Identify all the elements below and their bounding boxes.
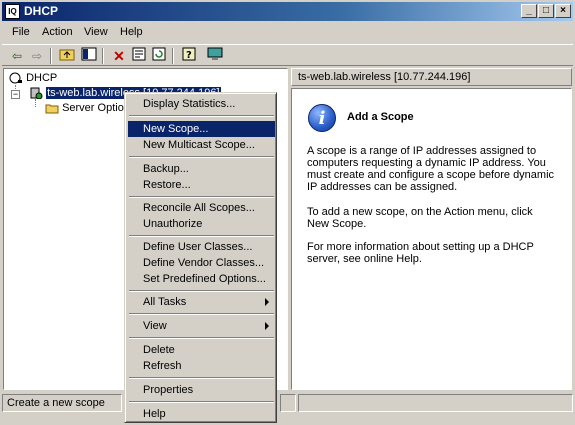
menu-help[interactable]: Help bbox=[120, 26, 143, 38]
menu-view[interactable]: View bbox=[84, 26, 108, 38]
add-scope-heading: Add a Scope bbox=[347, 111, 414, 123]
menu-item-reconcile-all-scopes[interactable]: Reconcile All Scopes... bbox=[128, 200, 275, 216]
tree-server-options[interactable]: Server Options bbox=[45, 102, 135, 114]
context-menu: Display Statistics... New Scope... New M… bbox=[124, 92, 277, 423]
menu-separator bbox=[129, 377, 274, 379]
scope-description: A scope is a range of IP addresses assig… bbox=[307, 145, 555, 193]
menu-separator bbox=[129, 235, 274, 237]
menu-separator bbox=[129, 401, 274, 403]
maximize-button[interactable]: □ bbox=[538, 4, 554, 18]
toolbar-separator bbox=[50, 48, 52, 64]
status-text: Create a new scope bbox=[2, 394, 122, 412]
window-title: DHCP bbox=[24, 4, 59, 18]
help-icon[interactable]: ? bbox=[180, 47, 198, 65]
server-icon bbox=[29, 87, 43, 100]
menu-item-help[interactable]: Help bbox=[128, 406, 275, 422]
folder-icon bbox=[45, 102, 59, 114]
status-bar: Create a new scope bbox=[2, 394, 573, 412]
menu-item-define-vendor-classes[interactable]: Define Vendor Classes... bbox=[128, 255, 275, 271]
toolbar-separator bbox=[172, 48, 174, 64]
status-cell bbox=[298, 394, 573, 412]
menu-item-define-user-classes[interactable]: Define User Classes... bbox=[128, 239, 275, 255]
menu-item-view-label: View bbox=[143, 320, 167, 332]
tree-root[interactable]: DHCP bbox=[9, 72, 57, 84]
back-icon[interactable]: ⇦ bbox=[8, 47, 26, 65]
delete-icon[interactable]: ✕ bbox=[110, 47, 128, 65]
dhcp-root-icon bbox=[9, 72, 23, 84]
svg-text:?: ? bbox=[186, 50, 192, 61]
info-icon: i bbox=[308, 104, 336, 132]
help-information: For more information about setting up a … bbox=[307, 241, 534, 265]
menu-item-restore[interactable]: Restore... bbox=[128, 177, 275, 193]
forward-icon[interactable]: ⇨ bbox=[28, 47, 46, 65]
tree-root-label: DHCP bbox=[26, 72, 58, 84]
menu-bar: File Action View Help bbox=[2, 24, 573, 42]
title-bar[interactable]: IQ DHCP _ □ × bbox=[2, 2, 573, 21]
menu-action[interactable]: Action bbox=[42, 26, 73, 38]
submenu-arrow-icon bbox=[265, 322, 269, 330]
menu-item-delete[interactable]: Delete bbox=[128, 342, 275, 358]
close-button[interactable]: × bbox=[555, 4, 571, 18]
add-scope-instructions: To add a new scope, on the Action menu, … bbox=[307, 206, 533, 230]
menu-item-all-tasks[interactable]: All Tasks bbox=[128, 294, 275, 310]
collapse-toggle[interactable]: − bbox=[11, 90, 20, 99]
minimize-button[interactable]: _ bbox=[521, 4, 537, 18]
menu-item-new-scope[interactable]: New Scope... bbox=[128, 121, 275, 137]
menu-separator bbox=[129, 337, 274, 339]
menu-separator bbox=[129, 290, 274, 292]
menu-item-all-tasks-label: All Tasks bbox=[143, 296, 187, 308]
menu-help-label: Help bbox=[120, 26, 143, 38]
menu-item-refresh[interactable]: Refresh bbox=[128, 358, 275, 374]
console-icon[interactable] bbox=[206, 47, 224, 65]
menu-file-label: File bbox=[12, 26, 30, 38]
menu-separator bbox=[129, 115, 274, 117]
submenu-arrow-icon bbox=[265, 298, 269, 306]
menu-item-view[interactable]: View bbox=[128, 318, 275, 334]
menu-item-unauthorize[interactable]: Unauthorize bbox=[128, 216, 275, 232]
toolbar: ⇦ ⇨ ✕ ? bbox=[2, 44, 573, 66]
properties-icon[interactable] bbox=[130, 47, 148, 65]
show-hide-tree-icon[interactable] bbox=[80, 47, 98, 65]
menu-item-set-predefined-options[interactable]: Set Predefined Options... bbox=[128, 271, 275, 287]
menu-file[interactable]: File bbox=[12, 26, 30, 38]
toolbar-separator bbox=[102, 48, 104, 64]
details-pane: i Add a Scope A scope is a range of IP a… bbox=[291, 88, 572, 390]
status-cell bbox=[280, 394, 296, 412]
tree-line bbox=[35, 99, 36, 107]
refresh-icon[interactable] bbox=[150, 47, 168, 65]
dhcp-app-icon: IQ bbox=[5, 4, 20, 19]
menu-separator bbox=[129, 196, 274, 198]
menu-item-display-statistics[interactable]: Display Statistics... bbox=[128, 96, 275, 112]
dhcp-window: IQ DHCP _ □ × File Action View Help ⇦ ⇨ … bbox=[0, 0, 575, 425]
up-folder-icon[interactable] bbox=[58, 47, 76, 65]
menu-view-label: View bbox=[84, 26, 108, 38]
menu-item-new-multicast-scope[interactable]: New Multicast Scope... bbox=[128, 137, 275, 153]
menu-item-properties[interactable]: Properties bbox=[128, 382, 275, 398]
menu-separator bbox=[129, 313, 274, 315]
right-pane-header: ts-web.lab.wireless [10.77.244.196] bbox=[291, 68, 572, 86]
menu-separator bbox=[129, 156, 274, 158]
menu-action-label: Action bbox=[42, 26, 73, 38]
menu-item-backup[interactable]: Backup... bbox=[128, 161, 275, 177]
